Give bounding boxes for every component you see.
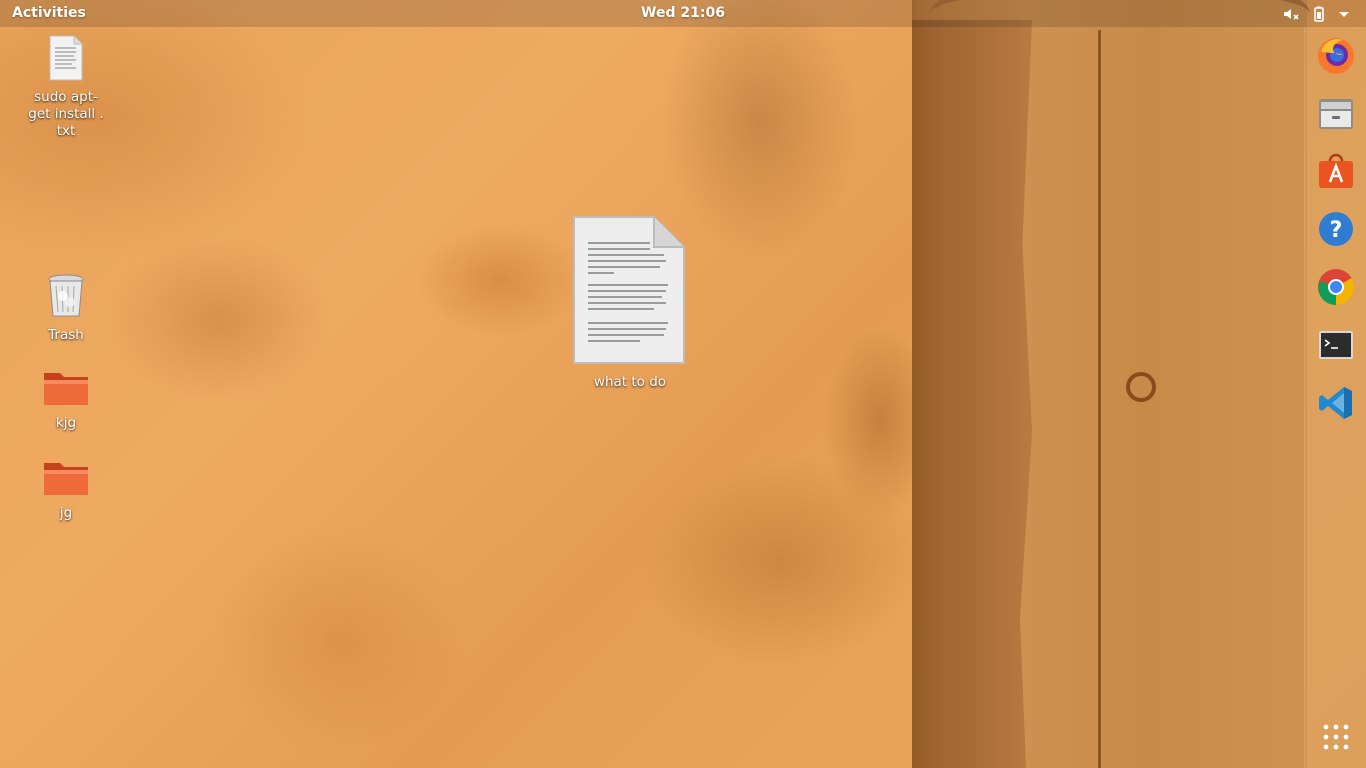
desktop-icon-kjg[interactable]: kjg: [21, 368, 111, 432]
desktop-icon-label: sudo apt-get install . txt: [28, 89, 104, 139]
software-center-icon: [1319, 153, 1353, 188]
desktop-icon-sudo-apt-get[interactable]: sudo apt-get install . txt: [21, 34, 111, 140]
folder-icon: [21, 458, 111, 503]
files-icon: [1319, 99, 1353, 129]
battery-icon[interactable]: [1310, 5, 1328, 23]
wallpaper-door-ring: [1126, 372, 1156, 402]
dock-item-vscode[interactable]: [1314, 381, 1358, 425]
desktop-icon-what-to-do[interactable]: what to do: [570, 215, 690, 391]
document-icon: [570, 215, 690, 372]
show-applications-button[interactable]: [1314, 715, 1358, 759]
wallpaper-shadow: [912, 20, 1032, 768]
system-tray[interactable]: [1282, 4, 1356, 24]
dock-item-files[interactable]: [1314, 91, 1358, 135]
desktop-icon-label: kjg: [55, 415, 77, 431]
desktop-icon-label: Trash: [48, 327, 84, 343]
wallpaper-door-seam: [1098, 30, 1101, 768]
dock: ?: [1304, 27, 1366, 768]
trash-icon: [21, 272, 111, 325]
dock-item-help[interactable]: ?: [1314, 207, 1358, 251]
desktop-icon-label: what to do: [593, 374, 667, 390]
chrome-icon: [1318, 269, 1355, 305]
volume-muted-icon[interactable]: [1282, 5, 1300, 23]
terminal-icon: [1319, 331, 1353, 359]
dock-item-terminal[interactable]: [1314, 323, 1358, 367]
dock-item-chrome[interactable]: [1314, 265, 1358, 309]
text-file-icon: [21, 34, 111, 87]
app-grid-icon: [1323, 724, 1349, 750]
desktop-icon-trash[interactable]: Trash: [21, 272, 111, 344]
dock-item-firefox[interactable]: [1314, 33, 1358, 77]
dock-item-software[interactable]: [1314, 149, 1358, 193]
svg-text:?: ?: [1330, 218, 1343, 243]
folder-icon: [21, 368, 111, 413]
desktop-icon-jg[interactable]: jg: [21, 458, 111, 522]
firefox-icon: [1318, 38, 1354, 74]
help-icon: ?: [1319, 212, 1353, 246]
top-bar: Activities Wed 21:06: [0, 0, 1366, 27]
system-menu-arrow-icon[interactable]: [1338, 5, 1356, 23]
clock[interactable]: Wed 21:06: [0, 5, 1366, 21]
vscode-icon: [1319, 387, 1352, 419]
desktop-icon-label: jg: [59, 505, 73, 521]
desktop[interactable]: Activities Wed 21:06 sudo apt-get instal…: [0, 0, 1366, 768]
